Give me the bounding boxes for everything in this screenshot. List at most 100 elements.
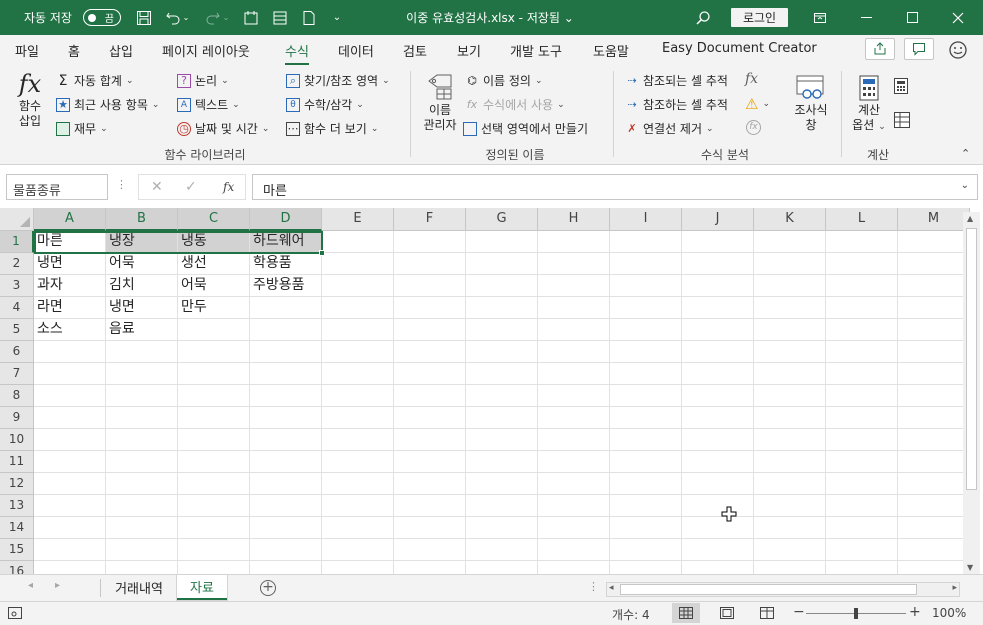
cell-d8[interactable]: [250, 385, 322, 407]
cell-b11[interactable]: [106, 451, 178, 473]
cell-h6[interactable]: [538, 341, 610, 363]
row-header-3[interactable]: 3: [0, 275, 34, 297]
cell-m6[interactable]: [898, 341, 970, 363]
column-header-b[interactable]: B: [106, 208, 178, 231]
cell-k6[interactable]: [754, 341, 826, 363]
cell-g8[interactable]: [466, 385, 538, 407]
horizontal-scroll-thumb[interactable]: [620, 584, 917, 595]
cell-k1[interactable]: [754, 231, 826, 253]
cell-a4[interactable]: 라면: [34, 297, 106, 319]
cell-e3[interactable]: [322, 275, 394, 297]
column-header-f[interactable]: F: [394, 208, 466, 231]
cell-i1[interactable]: [610, 231, 682, 253]
cell-k3[interactable]: [754, 275, 826, 297]
cell-h10[interactable]: [538, 429, 610, 451]
define-name-button[interactable]: ⌬ 이름 정의 ⌄: [465, 72, 542, 89]
cell-e12[interactable]: [322, 473, 394, 495]
cell-e2[interactable]: [322, 253, 394, 275]
select-all-button[interactable]: [0, 208, 34, 231]
recent-functions-button[interactable]: ★ 최근 사용 항목 ⌄: [56, 96, 159, 113]
cell-c12[interactable]: [178, 473, 250, 495]
formula-input[interactable]: 마른 ⌄: [252, 174, 978, 200]
cell-i11[interactable]: [610, 451, 682, 473]
cell-b3[interactable]: 김치: [106, 275, 178, 297]
cell-e1[interactable]: [322, 231, 394, 253]
close-icon[interactable]: [935, 0, 981, 35]
row-header-4[interactable]: 4: [0, 297, 34, 319]
cell-c15[interactable]: [178, 539, 250, 561]
comments-icon[interactable]: [904, 38, 934, 60]
cell-l12[interactable]: [826, 473, 898, 495]
row-header-6[interactable]: 6: [0, 341, 34, 363]
datetime-button[interactable]: ◷ 날짜 및 시간 ⌄: [177, 120, 269, 137]
column-header-g[interactable]: G: [466, 208, 538, 231]
math-button[interactable]: θ 수학/삼각 ⌄: [286, 96, 364, 113]
sheet-tab-data[interactable]: 자료: [177, 575, 227, 600]
add-sheet-icon[interactable]: +: [260, 580, 276, 596]
cell-f6[interactable]: [394, 341, 466, 363]
zoom-slider-thumb[interactable]: [854, 608, 858, 619]
cell-m2[interactable]: [898, 253, 970, 275]
cell-h5[interactable]: [538, 319, 610, 341]
cell-d10[interactable]: [250, 429, 322, 451]
collapse-ribbon-icon[interactable]: ⌃: [961, 147, 970, 160]
create-from-selection-button[interactable]: 선택 영역에서 만들기: [463, 120, 588, 137]
cell-j6[interactable]: [682, 341, 754, 363]
logical-button[interactable]: ? 논리 ⌄: [177, 72, 229, 89]
cell-l2[interactable]: [826, 253, 898, 275]
cell-h16[interactable]: [538, 561, 610, 574]
cell-b6[interactable]: [106, 341, 178, 363]
cell-g5[interactable]: [466, 319, 538, 341]
cell-a7[interactable]: [34, 363, 106, 385]
column-header-a[interactable]: A: [34, 208, 106, 231]
cell-g7[interactable]: [466, 363, 538, 385]
cell-g6[interactable]: [466, 341, 538, 363]
table-icon[interactable]: [270, 0, 290, 35]
cell-c9[interactable]: [178, 407, 250, 429]
cell-j13[interactable]: [682, 495, 754, 517]
tab-file[interactable]: 파일: [15, 41, 39, 60]
tab-help[interactable]: 도움말: [593, 41, 629, 60]
cell-d1[interactable]: 하드웨어: [250, 231, 322, 253]
remove-arrows-button[interactable]: ✗ 연결선 제거 ⌄: [625, 120, 713, 137]
cell-m4[interactable]: [898, 297, 970, 319]
cell-c7[interactable]: [178, 363, 250, 385]
autosum-button[interactable]: Σ 자동 합계 ⌄: [56, 72, 134, 89]
cell-m13[interactable]: [898, 495, 970, 517]
cell-e10[interactable]: [322, 429, 394, 451]
cell-j11[interactable]: [682, 451, 754, 473]
scroll-right-icon[interactable]: ▸: [952, 583, 957, 593]
cell-e15[interactable]: [322, 539, 394, 561]
cell-d13[interactable]: [250, 495, 322, 517]
tab-review[interactable]: 검토: [403, 41, 427, 60]
fill-handle[interactable]: [319, 250, 325, 256]
cell-i15[interactable]: [610, 539, 682, 561]
cell-c8[interactable]: [178, 385, 250, 407]
cell-j4[interactable]: [682, 297, 754, 319]
cell-m15[interactable]: [898, 539, 970, 561]
cell-c6[interactable]: [178, 341, 250, 363]
cell-f13[interactable]: [394, 495, 466, 517]
cell-d14[interactable]: [250, 517, 322, 539]
cell-g13[interactable]: [466, 495, 538, 517]
next-sheet-icon[interactable]: ▸: [55, 580, 60, 591]
cell-m9[interactable]: [898, 407, 970, 429]
cell-i5[interactable]: [610, 319, 682, 341]
cell-e11[interactable]: [322, 451, 394, 473]
cell-g10[interactable]: [466, 429, 538, 451]
cell-l10[interactable]: [826, 429, 898, 451]
cell-h3[interactable]: [538, 275, 610, 297]
cell-d16[interactable]: [250, 561, 322, 574]
cell-f5[interactable]: [394, 319, 466, 341]
cell-f1[interactable]: [394, 231, 466, 253]
insert-function-icon[interactable]: fx: [223, 180, 234, 194]
cell-m10[interactable]: [898, 429, 970, 451]
cell-l1[interactable]: [826, 231, 898, 253]
save-icon[interactable]: [134, 0, 154, 35]
row-header-5[interactable]: 5: [0, 319, 34, 341]
cell-l5[interactable]: [826, 319, 898, 341]
cell-k4[interactable]: [754, 297, 826, 319]
use-in-formula-button[interactable]: fx 수식에서 사용 ⌄: [465, 96, 565, 113]
cell-d4[interactable]: [250, 297, 322, 319]
cell-a9[interactable]: [34, 407, 106, 429]
